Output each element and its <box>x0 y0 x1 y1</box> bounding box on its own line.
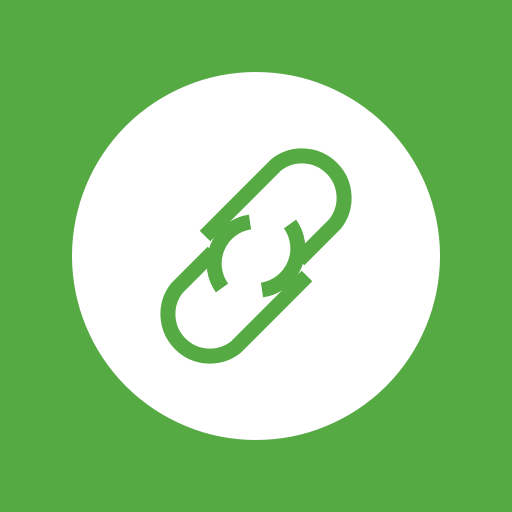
chain-link-lower-stub <box>260 219 306 298</box>
link-icon <box>160 148 352 364</box>
app-icon <box>0 0 512 512</box>
chain-link-upper-stub <box>206 214 252 293</box>
